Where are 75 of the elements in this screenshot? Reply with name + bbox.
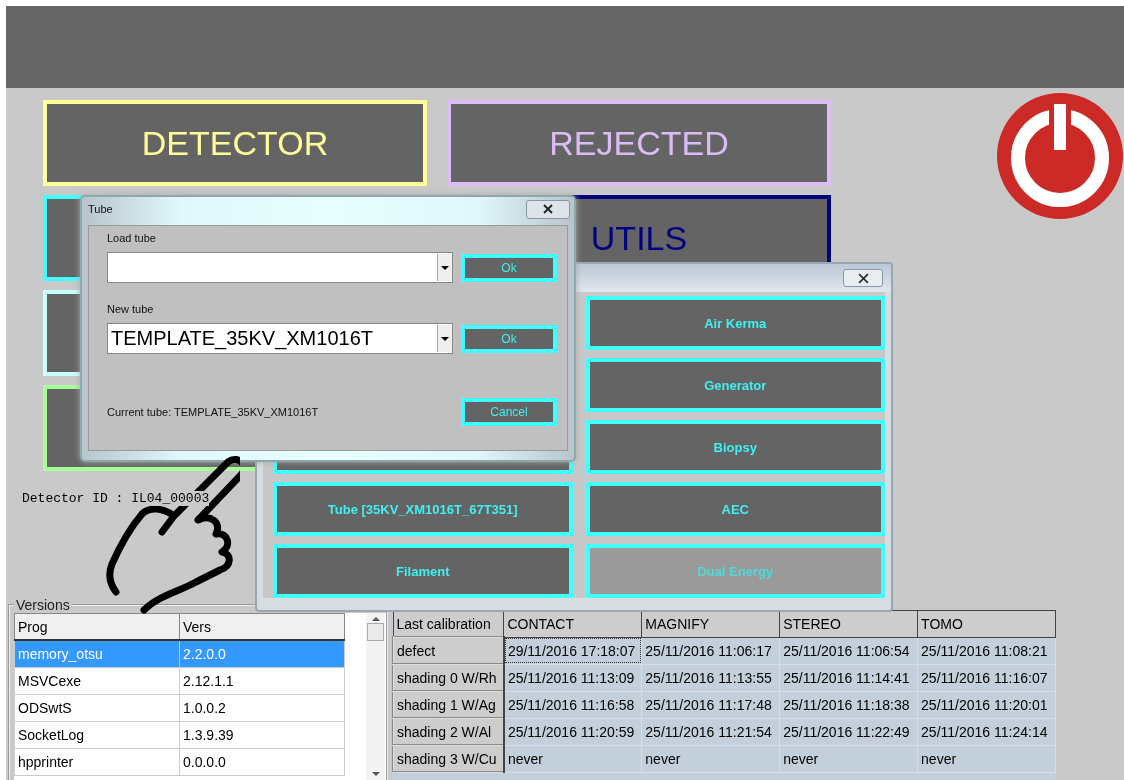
dialog-title: Tube [88,203,113,215]
dropdown-field[interactable]: TEMPLATE_35KV_XM1016T [107,323,453,354]
column-header[interactable]: Vers [179,613,345,640]
table-cell: 25/11/2016 11:20:01 [917,691,1056,718]
table-cell: ODSwtS [14,694,180,722]
scroll-up-icon[interactable] [371,617,380,621]
function-button[interactable]: Air Kerma [585,296,885,350]
table-cell: 25/11/2016 11:24:14 [917,718,1056,745]
menu-button[interactable]: DETECTOR [43,100,427,186]
table-cell: 25/11/2016 11:14:41 [779,664,918,691]
table-cell: 25/11/2016 11:13:09 [503,664,642,691]
row-header[interactable]: defect [393,637,504,664]
close-icon [857,272,869,284]
caret-icon [441,265,449,270]
table-cell: 2.12.1.1 [179,667,345,695]
column-header[interactable]: TOMO [917,610,1056,637]
table-cell: 25/11/2016 11:21:54 [641,718,780,745]
scroll-bar[interactable] [366,613,385,780]
table-cell: 25/11/2016 11:08:21 [917,637,1056,664]
row-header[interactable]: shading 3 W/Cu [393,745,504,772]
function-button[interactable]: Tube [35KV_XM1016T_67T351] [273,482,573,536]
field-label: New tube [107,303,155,317]
version-row[interactable]: ODSwtS 1.0.0.2 [14,694,345,722]
close-button[interactable] [843,269,883,287]
column-header[interactable]: Prog [14,613,180,640]
version-row[interactable]: hpprinter 0.0.0.0 [14,748,345,776]
table-cell: 1.3.9.39 [179,721,345,749]
table-cell: 25/11/2016 11:06:54 [779,637,918,664]
field-label: Load tube [107,232,157,246]
table-cell: 25/11/2016 11:06:17 [641,637,780,664]
version-row[interactable]: MSVCexe 2.12.1.1 [14,667,345,695]
current-tube-text: Current tube: TEMPLATE_35KV_XM1016T [107,406,319,418]
dropdown-field[interactable] [107,252,453,283]
table-cell: 0.0.0.0 [179,748,345,776]
scroll-thumb[interactable] [367,623,384,641]
table-cell: 25/11/2016 11:13:55 [641,664,780,691]
row-header[interactable]: shading 2 W/Al [393,718,504,745]
table-cell: hpprinter [14,748,180,776]
table-cell: never [779,745,918,772]
scroll-down-icon[interactable] [371,772,380,776]
table-cell: 25/11/2016 11:17:48 [641,691,780,718]
version-row[interactable]: SocketLog 1.3.9.39 [14,721,345,749]
table-cell: 1.0.0.2 [179,694,345,722]
table-cell: 25/11/2016 11:16:07 [917,664,1056,691]
table-cell: 25/11/2016 11:18:38 [779,691,918,718]
row-header[interactable]: shading 1 W/Ag [393,691,504,718]
table-cell: 2.2.0.0 [179,640,345,668]
cancel-button[interactable]: Cancel [461,398,557,426]
detector-id-text: Detector ID : IL04_00003 [22,491,210,506]
table-cell: SocketLog [14,721,180,749]
table-cell: 25/11/2016 11:20:59 [503,718,642,745]
close-button[interactable] [526,199,570,219]
versions-title: Versions [15,597,71,613]
table-cell: 25/11/2016 11:16:58 [503,691,642,718]
function-button[interactable]: Filament [273,544,573,598]
table-cell: never [917,745,1056,772]
function-button[interactable]: AEC [585,482,885,536]
table-cell: MSVCexe [14,667,180,695]
table-cell: 29/11/2016 17:18:07 [503,637,642,664]
table-cell: never [503,745,642,772]
table-cell: never [641,745,780,772]
column-header[interactable]: CONTACT [503,610,642,637]
table-cell: 25/11/2016 11:22:49 [779,718,918,745]
column-header[interactable]: STEREO [779,610,918,637]
ok-button[interactable]: Ok [461,324,557,353]
function-button[interactable]: Generator [585,358,885,412]
caret-icon [441,336,449,341]
table-cell: memory_otsu [14,640,180,668]
row-header[interactable]: shading 0 W/Rh [393,664,504,691]
function-button[interactable]: Biopsy [585,420,885,474]
menu-button[interactable]: REJECTED [447,100,831,186]
column-header[interactable]: MAGNIFY [641,610,780,637]
power-icon[interactable] [996,92,1124,220]
ok-button[interactable]: Ok [461,253,557,282]
close-icon [543,204,553,214]
